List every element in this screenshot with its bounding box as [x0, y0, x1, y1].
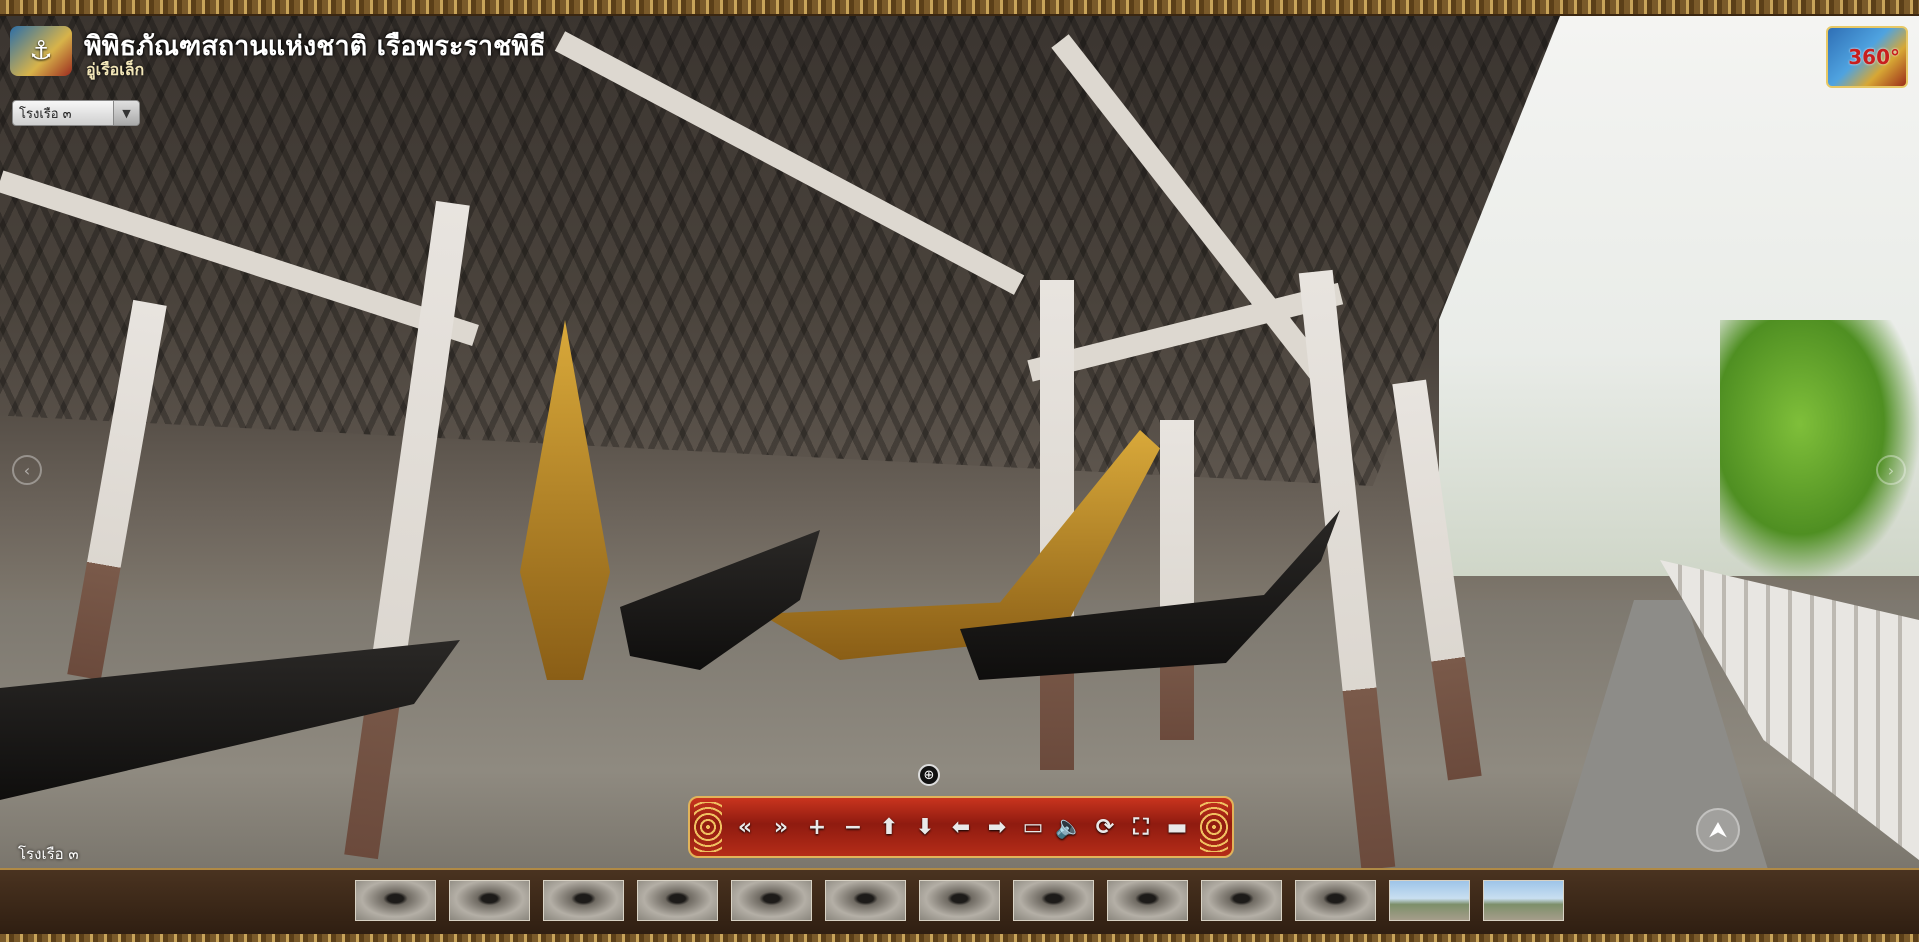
scene-select-value: โรงเรือ ๓	[19, 106, 72, 122]
arrow-up-icon[interactable]: ⬆	[874, 810, 904, 844]
support-post	[1160, 420, 1194, 740]
zoom-hint-icon: ⊕	[918, 764, 940, 786]
zoom-in-icon[interactable]: +	[802, 810, 832, 844]
scene-thumbnail[interactable]	[543, 880, 624, 921]
sound-icon[interactable]: 🔈	[1054, 810, 1084, 844]
scene-thumbnail[interactable]	[731, 880, 812, 921]
page-title: พิพิธภัณฑสถานแห่งชาติ เรือพระราชพิธี	[84, 31, 546, 62]
bottom-decorative-border	[0, 934, 1919, 942]
scene-thumbnail[interactable]	[1483, 880, 1564, 921]
plant	[1720, 320, 1919, 580]
arrow-right-icon[interactable]: ➡	[982, 810, 1012, 844]
scene-thumbnail[interactable]	[1013, 880, 1094, 921]
scene-thumbnail[interactable]	[1107, 880, 1188, 921]
scene-thumbnail[interactable]	[919, 880, 1000, 921]
logo-icon: ⚓	[29, 36, 53, 66]
fullscreen-icon[interactable]: ⛶	[1126, 810, 1156, 844]
chevron-down-icon[interactable]: ▼	[113, 101, 139, 125]
minimize-icon[interactable]: ▬	[1162, 810, 1192, 844]
rewind-icon[interactable]: «	[730, 810, 760, 844]
badge-360-logo: 360°	[1826, 26, 1908, 88]
fast-forward-icon[interactable]: »	[766, 810, 796, 844]
auto-rotate-icon[interactable]: ⟳	[1090, 810, 1120, 844]
scene-thumbnail[interactable]	[1201, 880, 1282, 921]
pan-right-arrow-icon[interactable]: ›	[1876, 455, 1906, 485]
scene-thumbnail[interactable]	[1295, 880, 1376, 921]
compass-icon[interactable]: ⮝	[1696, 808, 1740, 852]
scene-thumbnail[interactable]	[1389, 880, 1470, 921]
badge-360-text: 360°	[1848, 45, 1900, 69]
zoom-out-icon[interactable]: −	[838, 810, 868, 844]
scene-thumbnail[interactable]	[825, 880, 906, 921]
arrow-down-icon[interactable]: ⬇	[910, 810, 940, 844]
scene-name-label: โรงเรือ ๓	[18, 845, 79, 863]
screen-icon[interactable]: ▭	[1018, 810, 1048, 844]
arrow-left-icon[interactable]: ⬅	[946, 810, 976, 844]
top-decorative-border	[0, 0, 1919, 16]
scene-thumbnail[interactable]	[355, 880, 436, 921]
thumbnail-list	[355, 880, 1564, 921]
panorama-control-bar: «» + − ⬆ ⬇ ⬅ ➡ ▭ 🔈 ⟳ ⛶ ▬	[688, 796, 1234, 858]
scene-select[interactable]: โรงเรือ ๓ ▼	[12, 100, 140, 126]
page-subtitle: อู่เรือเล็ก	[86, 60, 145, 79]
scene-thumbnail[interactable]	[449, 880, 530, 921]
pan-left-arrow-icon[interactable]: ‹	[12, 455, 42, 485]
scene-thumbnail[interactable]	[637, 880, 718, 921]
